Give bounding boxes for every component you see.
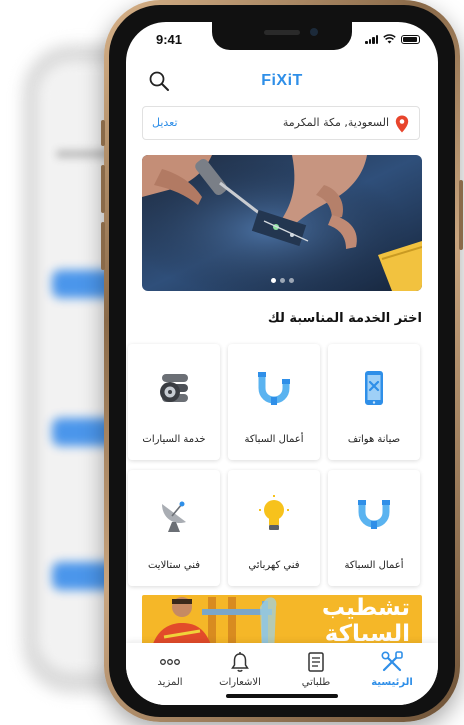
satellite-dish-icon [162, 501, 186, 532]
volume-up-button [101, 165, 105, 213]
carousel-indicator [142, 278, 422, 283]
phone-frame: 9:41 FiXiT تعديل السعودية, مكة المكرمة ا… [101, 0, 463, 722]
carousel-dot[interactable] [279, 278, 285, 283]
promo-heading: تشطيب السباكة [322, 595, 410, 647]
service-card-plumbing[interactable]: أعمال السباكة [228, 344, 320, 460]
edit-location-link[interactable]: تعديل [152, 116, 178, 129]
bell-icon [231, 652, 249, 672]
wifi-icon [383, 34, 396, 44]
light-bulb-icon [259, 495, 289, 530]
location-bar: تعديل السعودية, مكة المكرمة [142, 106, 420, 140]
tab-more[interactable]: المزيد [138, 651, 202, 695]
service-card-electrician[interactable]: فني كهربائي [228, 470, 320, 586]
tab-home[interactable]: الرئيسية [360, 651, 424, 695]
tab-label: الاشعارات [219, 677, 261, 688]
bottom-tab-bar: الرئيسية طلباتي الاشعارات المزيد [126, 643, 438, 705]
carousel-dot[interactable] [288, 278, 294, 283]
service-label: أعمال السباكة [244, 434, 304, 445]
orders-icon [308, 652, 324, 672]
promo-line-1: تشطيب [321, 595, 410, 621]
phone-repair-icon [365, 371, 383, 405]
home-indicator[interactable] [226, 694, 338, 698]
signal-icon [365, 34, 378, 44]
plumbing-pipe-icon [258, 372, 290, 405]
promo-banner-carousel[interactable] [142, 155, 422, 291]
service-card-car-service[interactable]: خدمة السيارات [128, 344, 220, 460]
phone-bezel: 9:41 FiXiT تعديل السعودية, مكة المكرمة ا… [109, 5, 455, 717]
location-text: السعودية, مكة المكرمة [282, 116, 389, 129]
soldering-photo [142, 155, 422, 291]
app-logo: FiXiT [261, 72, 303, 89]
service-label: أعمال السباكة [344, 560, 404, 571]
more-icon [160, 659, 180, 665]
service-card-satellite[interactable]: فني ستالايت [128, 470, 220, 586]
service-label: فني كهربائي [248, 560, 300, 571]
mute-switch [101, 120, 105, 146]
front-camera [310, 28, 318, 36]
tab-my-orders[interactable]: طلباتي [284, 651, 348, 695]
tab-label: المزيد [157, 677, 183, 688]
services-section-title: اختر الخدمة المناسبة لك [267, 311, 422, 326]
service-card-plumbing-2[interactable]: أعمال السباكة [328, 470, 420, 586]
plumbing-pipe-icon [358, 500, 390, 529]
app-header: FiXiT [126, 64, 438, 98]
speaker [264, 30, 300, 35]
location-pin-icon [395, 115, 409, 133]
notch [212, 22, 352, 50]
service-label: صيانة هواتف [347, 434, 401, 445]
tab-notifications[interactable]: الاشعارات [208, 651, 272, 695]
service-label: فني ستالايت [147, 560, 201, 571]
tab-label: الرئيسية [371, 677, 413, 688]
car-tire-icon [160, 374, 188, 402]
power-button [459, 180, 463, 250]
service-label: خدمة السيارات [142, 434, 206, 445]
volume-down-button [101, 222, 105, 270]
carousel-dot-active[interactable] [270, 278, 276, 283]
tab-label: طلباتي [301, 677, 331, 688]
app-screen: 9:41 FiXiT تعديل السعودية, مكة المكرمة ا… [126, 22, 438, 705]
service-card-phone-repair[interactable]: صيانة هواتف [328, 344, 420, 460]
tools-icon [381, 651, 403, 672]
status-time: 9:41 [156, 32, 183, 47]
status-icons [365, 34, 420, 44]
battery-icon [401, 34, 420, 44]
